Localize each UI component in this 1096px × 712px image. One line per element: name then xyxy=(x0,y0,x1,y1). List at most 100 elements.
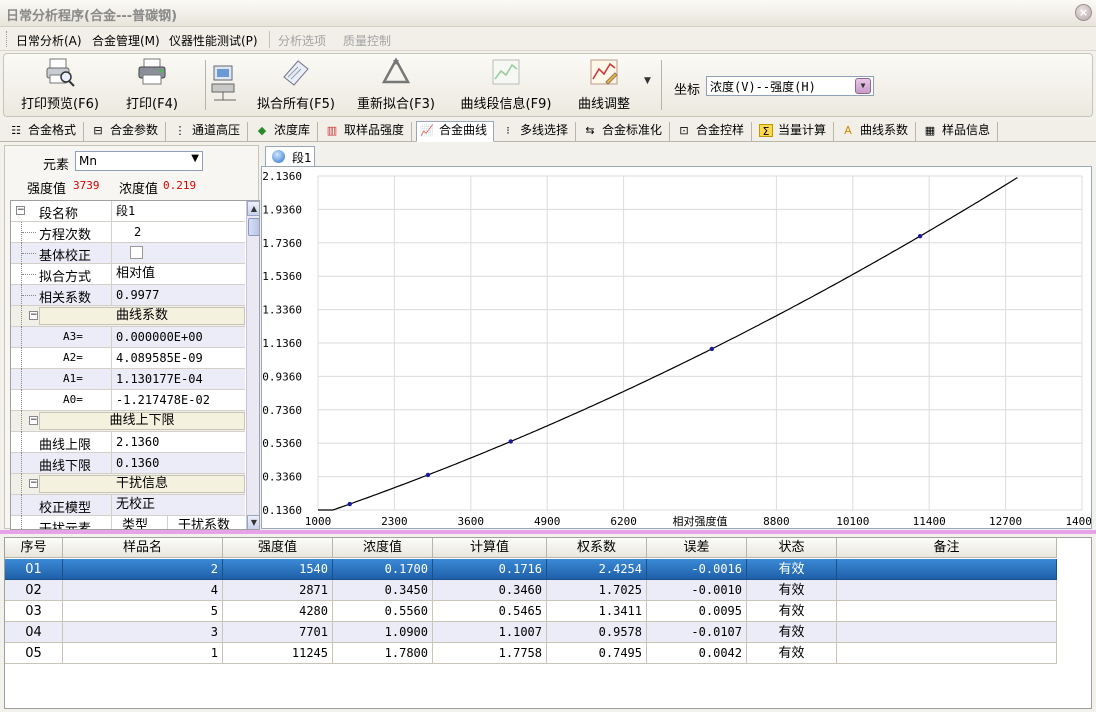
scroll-up-icon[interactable]: ▲ xyxy=(247,201,259,216)
col-calculated-cell[interactable]: 1.1007 xyxy=(433,622,547,643)
header-col-index[interactable]: 序号 xyxy=(5,538,63,558)
col-calculated-cell[interactable]: 0.5465 xyxy=(433,601,547,622)
header-col-remarks[interactable]: 备注 xyxy=(837,538,1057,558)
col-weight-cell[interactable]: 1.7025 xyxy=(547,580,647,601)
col-error-cell[interactable]: -0.0010 xyxy=(647,580,747,601)
chevron-down-icon[interactable]: ▼ xyxy=(855,78,871,94)
tab-alloy-params[interactable]: ⊟ 合金参数 xyxy=(88,122,166,141)
header-col-error[interactable]: 误差 xyxy=(647,538,747,558)
tab-alloy-format[interactable]: ☷ 合金格式 xyxy=(6,122,84,141)
scroll-down-icon[interactable]: ▼ xyxy=(247,515,259,529)
calibration-chart[interactable]: 0.1360 0.3360 0.5360 0.7360 0.9360 1.1360 1.33… xyxy=(261,166,1096,529)
col-concentration-cell[interactable]: 0.1700 xyxy=(333,559,433,580)
header-col-status[interactable]: 状态 xyxy=(747,538,837,558)
col-error-cell[interactable]: 0.0095 xyxy=(647,601,747,622)
col-sample-name-cell[interactable]: 3 xyxy=(63,622,223,643)
tab-sample-strength[interactable]: ▥ 取样品强度 xyxy=(322,122,412,141)
prop-row-lower-limit[interactable]: 曲线下限 0.1360 xyxy=(11,453,245,474)
tab-concentration-db[interactable]: ◆ 浓度库 xyxy=(252,122,318,141)
element-select[interactable]: Mn ▼ xyxy=(75,151,203,171)
header-col-sample-name[interactable]: 样品名 xyxy=(63,538,223,558)
fit-all-button[interactable]: 拟合所有(F5) xyxy=(248,54,344,114)
tab-equivalent-calc[interactable]: Σ 当量计算 xyxy=(756,122,834,141)
print-button[interactable]: 打印(F4) xyxy=(116,54,188,114)
col-error-cell[interactable]: -0.0107 xyxy=(647,622,747,643)
col-status-cell[interactable]: 有效 xyxy=(747,622,837,643)
header-col-calculated[interactable]: 计算值 xyxy=(433,538,547,558)
tab-alloy-standardize[interactable]: ⇆ 合金标准化 xyxy=(580,122,670,141)
tab-sample-info[interactable]: ▦ 样品信息 xyxy=(920,122,998,141)
col-remarks-cell[interactable] xyxy=(837,622,1057,643)
col-concentration-cell[interactable]: 1.7800 xyxy=(333,643,433,664)
header-col-intensity[interactable]: 强度值 xyxy=(223,538,333,558)
col-sample-name-cell[interactable]: 4 xyxy=(63,580,223,601)
prop-row-correlation[interactable]: 相关系数 0.9977 xyxy=(11,285,245,306)
col-index-cell[interactable]: 02 xyxy=(5,580,63,601)
col-weight-cell[interactable]: 2.4254 xyxy=(547,559,647,580)
col-concentration-cell[interactable]: 1.0900 xyxy=(333,622,433,643)
prop-row-upper-limit[interactable]: 曲线上限 2.1360 xyxy=(11,432,245,453)
menu-instrument-test[interactable]: 仪器性能测试(P) xyxy=(169,32,258,49)
prop-value[interactable]: 2.1360 xyxy=(111,432,159,452)
header-col-concentration[interactable]: 浓度值 xyxy=(333,538,433,558)
col-status-cell[interactable]: 有效 xyxy=(747,601,837,622)
menu-alloy-management[interactable]: 合金管理(M) xyxy=(92,32,160,49)
tab-curve-coef[interactable]: A 曲线系数 xyxy=(838,122,916,141)
splitter[interactable] xyxy=(0,530,1096,534)
collapse-icon[interactable]: − xyxy=(29,479,38,488)
col-intensity-cell[interactable]: 2871 xyxy=(223,580,333,601)
prop-row-segment-name[interactable]: − 段名称 段1 xyxy=(11,201,245,222)
col-calculated-cell[interactable]: 0.3460 xyxy=(433,580,547,601)
prop-row-a0[interactable]: A0= -1.217478E-02 xyxy=(11,390,245,411)
header-col-weight[interactable]: 权系数 xyxy=(547,538,647,558)
col-intensity-cell[interactable]: 4280 xyxy=(223,601,333,622)
col-remarks-cell[interactable] xyxy=(837,559,1057,580)
col-remarks-cell[interactable] xyxy=(837,601,1057,622)
prop-row-fit-method[interactable]: 拟合方式 相对值 xyxy=(11,264,245,285)
collapse-icon[interactable]: − xyxy=(29,416,38,425)
prop-value[interactable]: 0.1360 xyxy=(111,453,159,473)
collapse-icon[interactable]: − xyxy=(29,311,38,320)
col-weight-cell[interactable]: 0.7495 xyxy=(547,643,647,664)
prop-row-a2[interactable]: A2= 4.089585E-09 xyxy=(11,348,245,369)
col-remarks-cell[interactable] xyxy=(837,580,1057,601)
prop-group-limits[interactable]: − 曲线上下限 xyxy=(11,411,245,432)
col-sample-name-cell[interactable]: 5 xyxy=(63,601,223,622)
col-calculated-cell[interactable]: 1.7758 xyxy=(433,643,547,664)
coord-select[interactable]: 浓度(V)--强度(H) ▼ xyxy=(706,76,874,96)
col-calculated-cell[interactable]: 0.1716 xyxy=(433,559,547,580)
menu-analysis-options[interactable]: 分析选项 xyxy=(278,32,326,49)
base-correction-checkbox[interactable] xyxy=(130,246,143,259)
prop-row-a3[interactable]: A3= 0.000000E+00 xyxy=(11,327,245,348)
prop-row-correction-model[interactable]: 校正模型 无校正 xyxy=(11,495,245,516)
menu-quality-control[interactable]: 质量控制 xyxy=(343,32,391,49)
col-concentration-cell[interactable]: 0.3450 xyxy=(333,580,433,601)
col-status-cell[interactable]: 有效 xyxy=(747,580,837,601)
tab-multiline-select[interactable]: ⁝ 多线选择 xyxy=(498,122,576,141)
col-index-cell[interactable]: 01 xyxy=(5,559,63,580)
curve-adjust-button[interactable]: 曲线调整 xyxy=(568,54,640,114)
col-index-cell[interactable]: 03 xyxy=(5,601,63,622)
prop-value[interactable]: 相对值 xyxy=(111,264,155,284)
prop-group-coefficients[interactable]: − 曲线系数 xyxy=(11,306,245,327)
menu-grip[interactable] xyxy=(6,31,9,47)
col-index-cell[interactable]: 05 xyxy=(5,643,63,664)
tab-segment-1[interactable]: 段1 xyxy=(265,146,315,166)
col-weight-cell[interactable]: 0.9578 xyxy=(547,622,647,643)
prop-row-equation-order[interactable]: 方程次数 2 xyxy=(11,222,245,243)
tree-scrollbar[interactable]: ▲ ▼ xyxy=(246,201,259,529)
col-status-cell[interactable]: 有效 xyxy=(747,559,837,580)
scroll-thumb[interactable] xyxy=(248,218,259,236)
menu-daily-analysis[interactable]: 日常分析(A) xyxy=(16,32,82,49)
col-index-cell[interactable]: 04 xyxy=(5,622,63,643)
col-intensity-cell[interactable]: 1540 xyxy=(223,559,333,580)
collapse-icon[interactable]: − xyxy=(16,206,25,215)
refit-button[interactable]: 重新拟合(F3) xyxy=(350,54,442,114)
prop-group-interference[interactable]: − 干扰信息 xyxy=(11,474,245,495)
segment-info-button[interactable]: 曲线段信息(F9) xyxy=(452,54,560,114)
close-button[interactable]: × xyxy=(1075,4,1092,21)
toolbar-overflow-icon[interactable]: ▼ xyxy=(644,76,651,86)
col-weight-cell[interactable]: 1.3411 xyxy=(547,601,647,622)
col-sample-name-cell[interactable]: 2 xyxy=(63,559,223,580)
col-intensity-cell[interactable]: 7701 xyxy=(223,622,333,643)
